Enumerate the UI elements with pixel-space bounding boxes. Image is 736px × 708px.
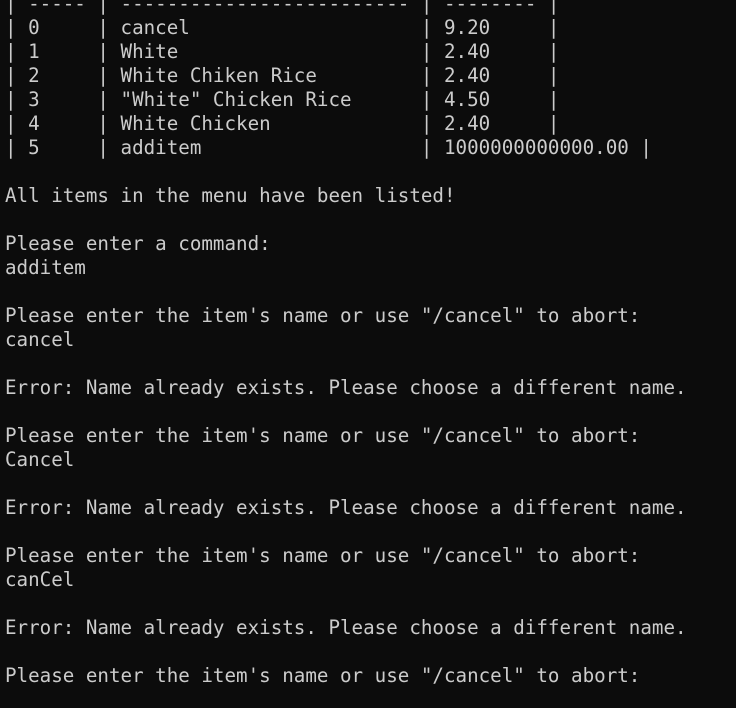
error-message: Error: Name already exists. Please choos…: [5, 376, 687, 399]
menu-table-row: | 5 | additem | 1000000000000.00 |: [5, 136, 652, 159]
menu-table-row: | 1 | White | 2.40 |: [5, 40, 560, 63]
user-input-line: canCel: [5, 568, 75, 591]
terminal-output: | ----- | ------------------------- | --…: [5, 0, 687, 688]
terminal-window[interactable]: | ----- | ------------------------- | --…: [0, 0, 736, 708]
prompt-line: Please enter the item's name or use "/ca…: [5, 424, 641, 447]
error-message: Error: Name already exists. Please choos…: [5, 496, 687, 519]
prompt-line: Please enter the item's name or use "/ca…: [5, 664, 641, 687]
error-message: Error: Name already exists. Please choos…: [5, 616, 687, 639]
prompt-line: Please enter the item's name or use "/ca…: [5, 544, 641, 567]
status-message: All items in the menu have been listed!: [5, 184, 456, 207]
prompt-line: Please enter the item's name or use "/ca…: [5, 304, 641, 327]
user-input-line: Cancel: [5, 448, 75, 471]
menu-table-row: | 0 | cancel | 9.20 |: [5, 16, 560, 39]
menu-table-row: | 2 | White Chiken Rice | 2.40 |: [5, 64, 560, 87]
menu-table-row: | 3 | "White" Chicken Rice | 4.50 |: [5, 88, 560, 111]
user-input-line: cancel: [5, 328, 75, 351]
prompt-line: Please enter a command:: [5, 232, 271, 255]
menu-table-row: | ----- | ------------------------- | --…: [5, 0, 560, 15]
user-input-line: additem: [5, 256, 86, 279]
menu-table-row: | 4 | White Chicken | 2.40 |: [5, 112, 560, 135]
